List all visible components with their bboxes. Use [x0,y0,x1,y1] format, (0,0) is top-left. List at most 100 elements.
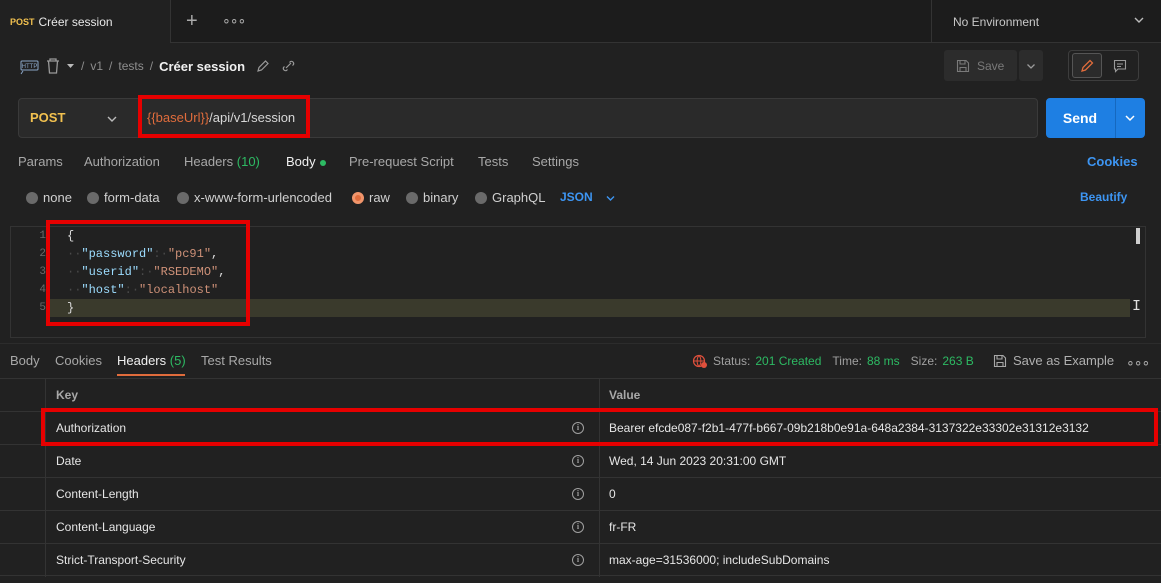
radio-raw[interactable] [352,192,364,204]
radio-urlencoded-label[interactable]: x-www-form-urlencoded [194,190,332,205]
tab-response-headers-count: (5) [169,353,186,368]
radio-graphql-label[interactable]: GraphQL [492,190,545,205]
chevron-down-icon [1125,115,1135,122]
header-key: Strict-Transport-Security [56,553,186,567]
more-icon[interactable]: ∘∘∘ [1126,354,1150,371]
radio-none[interactable] [26,192,38,204]
line-number: 1 [39,230,46,242]
tab-response-cookies[interactable]: Cookies [55,353,102,368]
line-number: 4 [39,284,46,296]
column-separator [599,478,600,511]
environment-select[interactable]: No Environment [931,0,1161,43]
breadcrumb-separator: / [109,59,113,73]
trash-icon[interactable] [46,58,60,74]
link-icon[interactable] [281,59,297,73]
tab-headers-count: (10) [236,154,260,169]
radio-form-data-label[interactable]: form-data [104,190,160,205]
edit-mode-button[interactable] [1072,53,1102,78]
info-icon[interactable]: i [572,554,584,566]
tab-pre-request-script[interactable]: Pre-request Script [349,154,454,169]
chevron-down-icon [1134,17,1144,23]
save-dropdown-button[interactable] [1019,50,1043,81]
radio-urlencoded[interactable] [177,192,189,204]
tab-title: Créer session [38,14,113,29]
chevron-down-icon[interactable] [66,62,75,71]
column-separator [599,445,600,478]
globe-error-icon[interactable] [692,353,708,369]
tab-tests[interactable]: Tests [478,154,508,169]
column-header-value: Value [609,388,641,402]
beautify-button[interactable]: Beautify [1080,190,1127,204]
info-icon[interactable]: i [572,488,584,500]
info-icon[interactable]: i [572,521,584,533]
line-number: 5 [39,302,46,314]
table-row: Date i Wed, 14 Jun 2023 20:31:00 GMT [0,444,1161,478]
row-gutter [0,412,46,445]
comment-icon [1113,59,1127,73]
radio-none-label[interactable]: none [43,190,72,205]
breadcrumb: HTTP / v1 / tests / Créer session [20,56,297,76]
header-key: Date [56,454,82,468]
breadcrumb-tests[interactable]: tests [118,59,143,73]
tab-response-body[interactable]: Body [10,353,40,368]
cookies-link[interactable]: Cookies [1087,154,1138,169]
table-row: Strict-Transport-Security i max-age=3153… [0,543,1161,577]
header-value: max-age=31536000; includeSubDomains [609,553,830,567]
tab-headers[interactable]: Headers (10) [184,154,260,169]
environment-label: No Environment [953,14,1040,29]
radio-graphql[interactable] [475,192,487,204]
radio-binary[interactable] [406,192,418,204]
radio-form-data[interactable] [87,192,99,204]
radio-binary-label[interactable]: binary [423,190,458,205]
tab-params[interactable]: Params [18,154,63,169]
text-cursor-icon: I [1132,298,1142,315]
request-tab[interactable]: POST Créer session [0,0,171,43]
row-gutter [0,478,46,511]
breadcrumb-v1[interactable]: v1 [90,59,103,73]
table-row: Content-Language i fr-FR [0,510,1161,544]
active-tab-underline [117,374,185,376]
save-button[interactable]: Save [944,50,1017,81]
radio-raw-label[interactable]: raw [369,190,390,205]
highlight-box-url [138,95,310,138]
format-select[interactable]: JSON [560,190,593,204]
plus-icon[interactable]: + [186,11,198,31]
save-as-example-button[interactable]: Save as Example [993,353,1114,368]
breadcrumb-separator: / [81,59,85,73]
tab-test-results[interactable]: Test Results [201,353,272,368]
status-value: 201 Created [755,354,822,368]
line-number: 3 [39,266,46,278]
comments-button[interactable] [1106,53,1134,78]
header-key: Content-Language [56,520,156,534]
tab-settings[interactable]: Settings [532,154,579,169]
pencil-icon [1081,59,1094,72]
size-value: 263 B [942,354,974,368]
svg-text:HTTP: HTTP [22,64,38,70]
editor-scrollbar[interactable] [1136,228,1140,244]
pane-divider[interactable] [0,343,1161,344]
send-divider [1115,98,1116,138]
send-button[interactable]: Send [1046,98,1114,138]
time-value: 88 ms [866,354,900,368]
http-icon: HTTP [20,60,39,75]
tab-body[interactable]: Body [286,154,316,169]
row-gutter [0,379,46,412]
info-icon[interactable]: i [572,455,584,467]
tab-response-headers-label: Headers [117,353,167,368]
save-as-example-label: Save as Example [1013,353,1115,368]
column-separator [599,511,600,544]
method-select[interactable]: POST [30,110,65,125]
header-value: 0 [609,487,616,501]
body-indicator-dot [320,160,326,166]
chevron-down-icon[interactable] [605,194,616,203]
pencil-icon[interactable] [251,59,275,73]
row-gutter [0,544,46,577]
tab-authorization[interactable]: Authorization [84,154,160,169]
chevron-down-icon[interactable] [106,113,118,125]
send-dropdown-button[interactable] [1117,110,1143,126]
save-label: Save [977,58,1005,73]
header-value: fr-FR [609,520,637,534]
tab-response-headers[interactable]: Headers (5) [117,353,186,368]
table-header-row: Key Value [0,378,1161,412]
more-icon[interactable]: ∘∘∘ [222,12,246,29]
